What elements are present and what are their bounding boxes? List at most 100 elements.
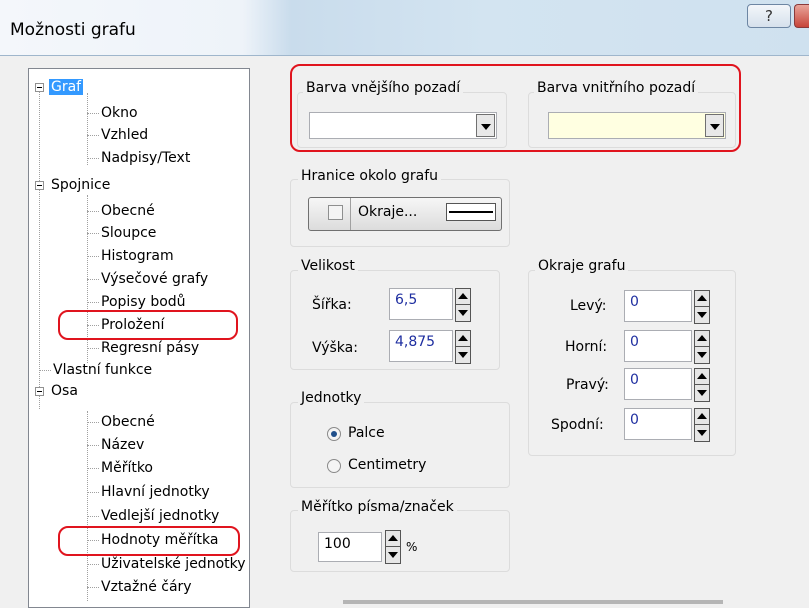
margin-bottom-label: Spodní: bbox=[551, 417, 604, 433]
collapse-icon[interactable] bbox=[35, 83, 44, 92]
width-spinner[interactable] bbox=[455, 288, 471, 322]
tree-connector bbox=[87, 135, 99, 136]
tree-connector bbox=[87, 158, 99, 159]
border-checkbox[interactable] bbox=[328, 205, 343, 220]
highlight-box-hodnoty-meritka bbox=[58, 526, 240, 556]
spin-down-icon[interactable] bbox=[695, 348, 709, 364]
tree-item-uzivatelske-jednotky[interactable]: Uživatelské jednotky bbox=[101, 554, 246, 574]
tree-item-meritko[interactable]: Měřítko bbox=[101, 458, 153, 478]
outer-background-color-select[interactable] bbox=[309, 112, 497, 139]
line-style-icon bbox=[446, 203, 496, 221]
margin-right-input[interactable]: 0 bbox=[624, 368, 692, 400]
spin-down-icon[interactable] bbox=[456, 306, 470, 322]
margin-top-label: Horní: bbox=[565, 339, 608, 355]
tree-item-spojnice[interactable]: Spojnice bbox=[51, 175, 110, 195]
inches-label: Palce bbox=[348, 425, 385, 441]
border-group-label: Hranice okolo grafu bbox=[298, 168, 442, 184]
tree-connector bbox=[87, 113, 99, 114]
spin-down-icon[interactable] bbox=[386, 548, 400, 564]
height-label: Výška: bbox=[312, 340, 358, 356]
tree-connector bbox=[87, 422, 99, 423]
margins-group-label: Okraje grafu bbox=[535, 258, 629, 274]
tree-connector bbox=[87, 256, 99, 257]
height-spinner[interactable] bbox=[455, 330, 471, 364]
tree-connector bbox=[87, 468, 99, 469]
tree-item-osa-obecne[interactable]: Obecné bbox=[101, 412, 155, 432]
tree-item-nadpisy[interactable]: Nadpisy/Text bbox=[101, 148, 190, 168]
tree-item-graf[interactable]: Graf bbox=[49, 77, 84, 97]
spin-down-icon[interactable] bbox=[695, 386, 709, 402]
tree-connector bbox=[87, 564, 99, 565]
percent-label: % bbox=[406, 540, 418, 554]
tree-item-popisy-bodu[interactable]: Popisy bodů bbox=[101, 292, 186, 312]
chevron-down-icon[interactable] bbox=[705, 114, 724, 137]
scale-input[interactable]: 100 bbox=[318, 532, 382, 562]
button-divider bbox=[350, 198, 351, 230]
inches-radio[interactable] bbox=[327, 427, 341, 441]
close-button[interactable] bbox=[794, 4, 809, 28]
scale-spinner[interactable] bbox=[385, 530, 401, 564]
tree-connector bbox=[39, 370, 51, 371]
margin-bottom-input[interactable]: 0 bbox=[624, 408, 692, 440]
tree-connector bbox=[87, 587, 99, 588]
inner-background-color-select[interactable] bbox=[548, 112, 726, 139]
tree-connector bbox=[39, 89, 40, 409]
tree-item-regresni-pasy[interactable]: Regresní pásy bbox=[101, 338, 199, 358]
tree-connector bbox=[87, 279, 99, 280]
tree-connector bbox=[87, 445, 99, 446]
tree-connector bbox=[87, 492, 99, 493]
inner-background-label: Barva vnitřního pozadí bbox=[534, 80, 699, 96]
margin-left-input[interactable]: 0 bbox=[624, 290, 692, 322]
tree-connector bbox=[87, 411, 88, 601]
highlight-box-prolozeni bbox=[58, 310, 238, 340]
units-group bbox=[290, 402, 510, 488]
margin-left-label: Levý: bbox=[570, 298, 607, 314]
tree-item-obecne[interactable]: Obecné bbox=[101, 201, 155, 221]
spin-up-icon[interactable] bbox=[456, 331, 470, 347]
spin-down-icon[interactable] bbox=[695, 426, 709, 442]
margin-top-input[interactable]: 0 bbox=[624, 330, 692, 362]
spin-up-icon[interactable] bbox=[456, 289, 470, 305]
tree-item-vysecove-grafy[interactable]: Výsečové grafy bbox=[101, 269, 208, 289]
help-button[interactable]: ? bbox=[747, 4, 791, 28]
margin-bottom-spinner[interactable] bbox=[694, 408, 710, 442]
outer-background-label: Barva vnějšího pozadí bbox=[303, 80, 464, 96]
tree-connector bbox=[87, 302, 99, 303]
tree-item-sloupce[interactable]: Sloupce bbox=[101, 223, 156, 243]
centimeters-label: Centimetry bbox=[348, 457, 427, 473]
tree-item-vzhled[interactable]: Vzhled bbox=[101, 125, 148, 145]
tree-item-vztazne-cary[interactable]: Vztažné čáry bbox=[101, 577, 192, 597]
window-title: Možnosti grafu bbox=[10, 20, 136, 40]
margin-right-label: Pravý: bbox=[566, 377, 609, 393]
centimeters-radio[interactable] bbox=[327, 459, 341, 473]
tree-item-vlastni-funkce[interactable]: Vlastní funkce bbox=[53, 360, 152, 380]
width-input[interactable]: 6,5 bbox=[389, 288, 453, 320]
tree-item-label: Graf bbox=[49, 79, 84, 95]
spin-up-icon[interactable] bbox=[695, 291, 709, 307]
title-bar: Možnosti grafu ? bbox=[0, 0, 809, 56]
height-input[interactable]: 4,875 bbox=[389, 330, 453, 362]
tree-item-hlavni-jednotky[interactable]: Hlavní jednotky bbox=[101, 482, 210, 502]
collapse-icon[interactable] bbox=[35, 181, 44, 190]
tree-connector bbox=[87, 211, 99, 212]
chevron-down-icon[interactable] bbox=[476, 114, 495, 137]
spin-up-icon[interactable] bbox=[695, 331, 709, 347]
spin-up-icon[interactable] bbox=[695, 369, 709, 385]
tree-item-histogram[interactable]: Histogram bbox=[101, 246, 174, 266]
tree-item-okno[interactable]: Okno bbox=[101, 103, 138, 123]
tree-connector bbox=[87, 93, 88, 165]
chart-options-dialog: Možnosti grafu ? Graf Okno Vzhled Nadpis… bbox=[0, 0, 809, 608]
spin-down-icon[interactable] bbox=[695, 308, 709, 324]
tree-item-vedlejsi-jednotky[interactable]: Vedlejší jednotky bbox=[101, 506, 219, 526]
margin-top-spinner[interactable] bbox=[694, 330, 710, 364]
tree-item-osa[interactable]: Osa bbox=[51, 381, 78, 401]
tree-connector bbox=[87, 233, 99, 234]
size-group-label: Velikost bbox=[298, 258, 358, 274]
spin-up-icon[interactable] bbox=[695, 409, 709, 425]
margin-left-spinner[interactable] bbox=[694, 290, 710, 324]
spin-up-icon[interactable] bbox=[386, 531, 400, 547]
spin-down-icon[interactable] bbox=[456, 348, 470, 364]
margin-right-spinner[interactable] bbox=[694, 368, 710, 402]
tree-item-nazev[interactable]: Název bbox=[101, 435, 144, 455]
collapse-icon[interactable] bbox=[35, 387, 44, 396]
